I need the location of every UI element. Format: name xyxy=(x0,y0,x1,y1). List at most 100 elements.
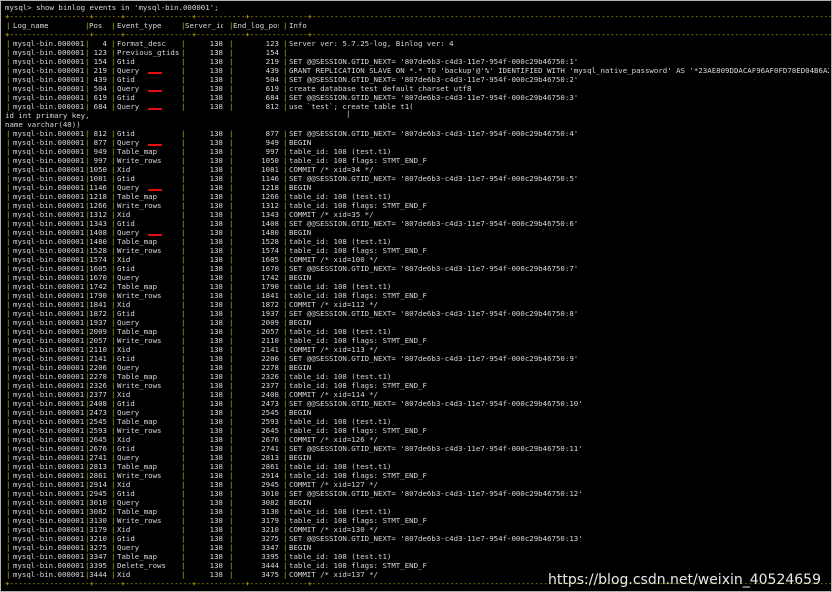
table-cell: 138 xyxy=(209,309,223,318)
table-row: | | | | | | mysql-bin.000001 4 Format_desc 138 123… xyxy=(1,39,831,48)
table-cell: SET @@SESSION.GTID_NEXT= '807de6b3-c4d3-… xyxy=(289,444,583,453)
table-cell: 1266 xyxy=(89,201,107,210)
column-separator: | xyxy=(6,165,11,174)
column-separator: | xyxy=(111,444,116,453)
table-cell: 1408 xyxy=(89,228,107,237)
table-cell: Gtid xyxy=(117,354,135,363)
table-cell: 138 xyxy=(209,327,223,336)
table-cell: Query xyxy=(117,318,140,327)
table-cell: mysql-bin.000001 xyxy=(13,156,85,165)
table-cell: Write_rows xyxy=(117,471,162,480)
table-cell: 2676 xyxy=(89,444,107,453)
column-separator: | xyxy=(6,435,11,444)
column-separator: | xyxy=(6,255,11,264)
column-separator: | xyxy=(283,426,288,435)
table-cell: Table_map xyxy=(117,147,158,156)
table-cell: 3347 xyxy=(89,552,107,561)
table-cell: SET @@SESSION.GTID_NEXT= '807de6b3-c4d3-… xyxy=(289,534,583,543)
table-cell: mysql-bin.000001 xyxy=(13,39,85,48)
table-cell: 138 xyxy=(209,516,223,525)
table-cell: Query xyxy=(117,453,140,462)
table-cell: 138 xyxy=(209,66,223,75)
table-cell: Delete_rows xyxy=(117,561,166,570)
table-cell: 138 xyxy=(209,291,223,300)
table-cell: 812 xyxy=(93,129,107,138)
table-cell: BEGIN xyxy=(289,543,312,552)
column-separator: | xyxy=(6,48,11,57)
table-cell: 138 xyxy=(209,39,223,48)
table-cell: Table_map xyxy=(117,282,158,291)
table-cell: 1841 xyxy=(261,291,279,300)
column-separator: | xyxy=(111,435,116,444)
table-cell: mysql-bin.000001 xyxy=(13,273,85,282)
table-cell: SET @@SESSION.GTID_NEXT= '807de6b3-c4d3-… xyxy=(289,219,579,228)
column-separator: | xyxy=(111,165,116,174)
table-cell: mysql-bin.000001 xyxy=(13,48,85,57)
table-cell: 138 xyxy=(209,399,223,408)
column-separator: | xyxy=(6,282,11,291)
table-cell: GRANT REPLICATION SLAVE ON *.* TO 'backu… xyxy=(289,66,829,75)
table-row: | | | | | | mysql-bin.000001 1790 Write_rows 138 1… xyxy=(1,291,831,300)
table-cell: 1742 xyxy=(89,282,107,291)
column-separator: | xyxy=(6,489,11,498)
highlight-annotation-mark xyxy=(148,108,162,110)
column-separator: | xyxy=(283,210,288,219)
column-separator: | xyxy=(111,534,116,543)
table-cell: mysql-bin.000001 xyxy=(13,444,85,453)
table-cell: SET @@SESSION.GTID_NEXT= '807de6b3-c4d3-… xyxy=(289,489,583,498)
table-cell: Table_map xyxy=(117,327,158,336)
table-cell: table_id: 108 flags: STMT_END_F xyxy=(289,516,427,525)
table-cell: mysql-bin.000001 xyxy=(13,525,85,534)
table-cell: mysql-bin.000001 xyxy=(13,255,85,264)
terminal-window[interactable]: mysql> show binlog events in 'mysql-bin.… xyxy=(0,0,832,592)
table-cell: 138 xyxy=(209,183,223,192)
column-separator: | xyxy=(283,480,288,489)
column-separator: | xyxy=(6,66,11,75)
table-cell: table_id: 108 flags: STMT_END_F xyxy=(289,156,427,165)
table-cell: BEGIN xyxy=(289,138,312,147)
column-separator: | xyxy=(283,237,288,246)
column-separator: | xyxy=(111,48,116,57)
table-cell: SET @@SESSION.GTID_NEXT= '807de6b3-c4d3-… xyxy=(289,354,579,363)
column-separator: | xyxy=(283,471,288,480)
table-cell: mysql-bin.000001 xyxy=(13,246,85,255)
table-cell: 504 xyxy=(93,84,107,93)
table-cell: 154 xyxy=(265,48,279,57)
table-row: | | | | | | mysql-bin.000001 1081 Gtid 138 1146 SET… xyxy=(1,174,831,183)
column-separator: | xyxy=(111,300,116,309)
table-cell: 2593 xyxy=(261,417,279,426)
table-row: | | | | | | mysql-bin.000001 2813 Table_map 138 28… xyxy=(1,462,831,471)
table-cell: Xid xyxy=(117,255,131,264)
column-separator: | xyxy=(283,129,288,138)
table-cell: Gtid xyxy=(117,399,135,408)
table-cell: 2326 xyxy=(261,372,279,381)
table-cell: COMMIT /* xid=126 */ xyxy=(289,435,378,444)
table-cell: Write_rows xyxy=(117,156,162,165)
table-cell: 2009 xyxy=(89,327,107,336)
column-separator: | xyxy=(6,399,11,408)
column-separator: | xyxy=(283,318,288,327)
column-separator: | xyxy=(283,183,288,192)
table-cell: BEGIN xyxy=(289,363,312,372)
table-cell: 2741 xyxy=(261,444,279,453)
table-cell: 1408 xyxy=(261,219,279,228)
table-cell: 138 xyxy=(209,498,223,507)
column-separator: | xyxy=(111,84,116,93)
table-cell: table_id: 108 (test.t1) xyxy=(289,147,392,156)
table-row: | | | | | | mysql-bin.000001 2645 Xid 138 2676 COMM… xyxy=(1,435,831,444)
table-cell: 2377 xyxy=(89,390,107,399)
column-separator: | xyxy=(283,381,288,390)
column-separator: | xyxy=(111,93,116,102)
column-separator: | xyxy=(111,543,116,552)
table-cell: Write_rows xyxy=(117,426,162,435)
column-separator: | xyxy=(283,363,288,372)
column-separator: | xyxy=(6,264,11,273)
table-cell: 2206 xyxy=(261,354,279,363)
table-cell: 138 xyxy=(209,102,223,111)
table-cell: SET @@SESSION.GTID_NEXT= '807de6b3-c4d3-… xyxy=(289,57,579,66)
table-cell: mysql-bin.000001 xyxy=(13,327,85,336)
column-separator: | xyxy=(283,309,288,318)
table-cell: 138 xyxy=(209,345,223,354)
column-separator: | xyxy=(283,192,288,201)
table-cell: mysql-bin.000001 xyxy=(13,543,85,552)
